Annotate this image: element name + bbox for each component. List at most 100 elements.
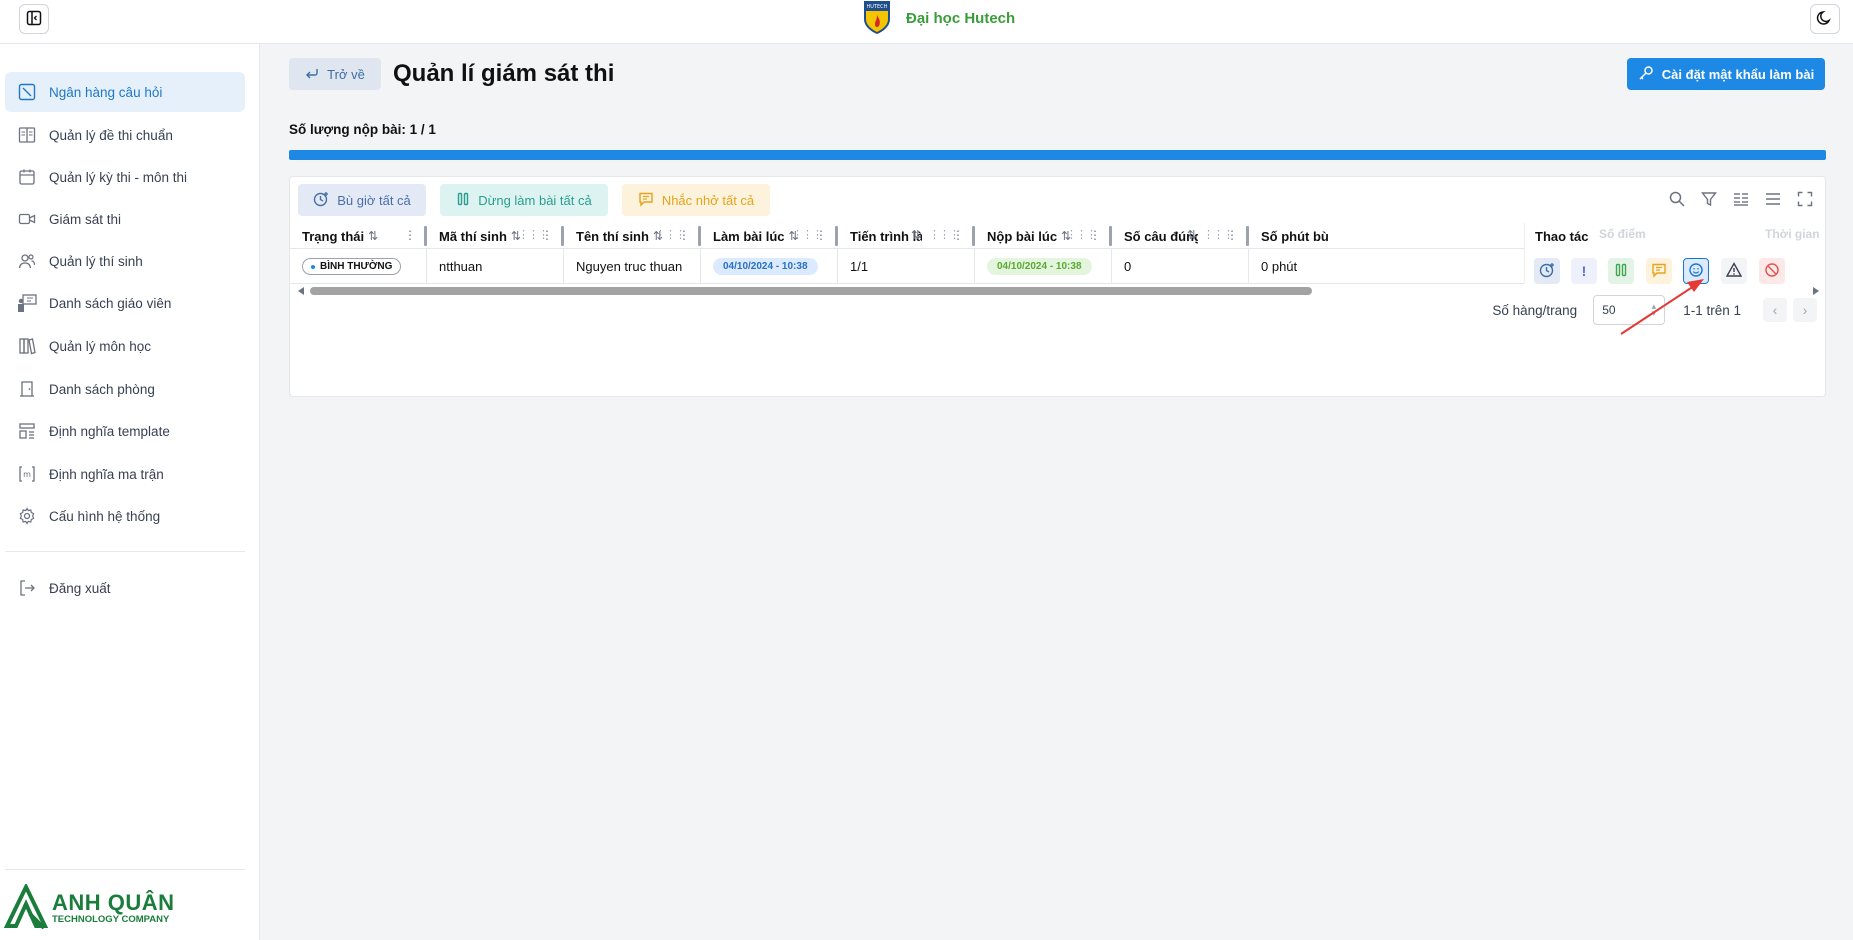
scroll-left-arrow[interactable] — [298, 287, 304, 295]
rows-per-page-value: 50 — [1602, 303, 1616, 317]
users-icon — [17, 251, 37, 271]
sidebar-item-rooms[interactable]: Danh sách phòng — [5, 369, 245, 409]
message-icon — [1651, 262, 1667, 281]
submission-count: Số lượng nộp bài: 1 / 1 — [289, 122, 436, 137]
svg-text:m: m — [23, 470, 31, 479]
sidebar-item-label: Định nghĩa template — [49, 423, 170, 439]
back-label: Trở về — [327, 66, 365, 82]
columns-icon[interactable] — [1731, 189, 1751, 209]
status-cell: BÌNH THƯỜNG — [302, 249, 402, 284]
sidebar-item-exam-periods[interactable]: Quản lý kỳ thi - môn thi — [5, 157, 245, 197]
sidebar-item-label: Ngân hàng câu hỏi — [49, 84, 163, 100]
cell-divider — [1248, 249, 1249, 284]
column-menu-icon[interactable]: ⋮ — [815, 228, 827, 242]
sidebar-item-label: Quản lý thí sinh — [49, 253, 143, 269]
set-exam-password-button[interactable]: Cài đặt mật khẩu làm bài — [1627, 58, 1825, 90]
matrix-brackets-icon: m — [17, 464, 37, 484]
chevron-right-icon: › — [1802, 302, 1808, 318]
ban-icon — [1764, 262, 1780, 281]
warn-student-button[interactable]: ! — [1571, 258, 1597, 284]
video-camera-icon — [17, 209, 37, 229]
moon-icon — [1816, 9, 1834, 30]
logout-button[interactable]: Đăng xuất — [5, 568, 245, 608]
toggle-sidebar-button[interactable] — [19, 4, 49, 34]
add-time-button[interactable] — [1534, 258, 1560, 284]
sidebar-item-settings[interactable]: Cấu hình hệ thống — [5, 496, 245, 536]
column-menu-icon[interactable]: ⋮ — [1089, 228, 1101, 242]
anh-quan-logo-icon — [3, 882, 49, 933]
student-name-cell: Nguyen truc thuan — [576, 259, 683, 274]
cell-divider — [563, 249, 564, 284]
sidebar-bottom-divider — [5, 869, 245, 870]
logout-icon — [17, 578, 37, 598]
extra-minutes-cell: 0 phút — [1261, 259, 1298, 274]
sidebar-divider — [5, 551, 245, 552]
sidebar-item-candidates[interactable]: Quản lý thí sinh — [5, 241, 245, 281]
warning-triangle-icon — [1725, 261, 1743, 281]
sidebar-item-label: Quản lý môn học — [49, 338, 152, 354]
started-at-badge: 04/10/2024 - 10:38 — [713, 258, 818, 275]
column-menu-icon[interactable]: ⋮ — [678, 228, 690, 242]
student-id-cell: ntthuan — [439, 259, 483, 274]
back-button[interactable]: Trở về — [289, 58, 381, 90]
sidebar-item-label: Giám sát thi — [49, 211, 122, 227]
column-resize-handle[interactable] — [561, 226, 564, 246]
column-menu-icon[interactable]: ⋮ — [404, 228, 416, 242]
remind-all-button[interactable]: Nhắc nhở tất cả — [622, 184, 770, 216]
sort-icon[interactable]: ⇅ — [368, 229, 378, 243]
return-arrow-icon — [305, 66, 319, 83]
previous-page-button[interactable]: ‹ — [1763, 298, 1787, 322]
sidebar-item-matrix[interactable]: m Định nghĩa ma trận — [5, 454, 245, 494]
scrollbar-thumb[interactable] — [310, 287, 1312, 295]
sidebar-item-standard-exams[interactable]: Quản lý đề thi chuẩn — [5, 115, 245, 155]
sidebar-item-teachers[interactable]: Danh sách giáo viên — [5, 283, 245, 323]
search-icon[interactable] — [1667, 189, 1687, 209]
page-range: 1-1 trên 1 — [1683, 302, 1741, 318]
sort-icon[interactable]: ⇅ — [911, 228, 921, 242]
sort-icon[interactable]: ⇅ — [1187, 228, 1197, 242]
pause-student-button[interactable] — [1608, 258, 1634, 284]
main-content: Trở về Quản lí giám sát thi Cài đặt mật … — [261, 44, 1853, 940]
violation-button[interactable] — [1721, 258, 1747, 284]
column-header-actions: Thao tác — [1535, 228, 1589, 244]
column-menu-icon[interactable]: ⋮ — [1226, 228, 1238, 242]
message-icon — [638, 191, 654, 210]
filter-icon[interactable] — [1699, 189, 1719, 209]
smiley-icon — [1688, 262, 1704, 281]
column-resize-handle[interactable] — [972, 226, 975, 246]
add-time-all-button[interactable]: Bù giờ tất cả — [298, 184, 426, 216]
density-icon[interactable] — [1763, 189, 1783, 209]
sidebar-item-question-bank[interactable]: Ngân hàng câu hỏi — [5, 72, 245, 112]
column-header-extra-minutes[interactable]: Số phút bù — [1261, 223, 1331, 249]
correct-cell: 0 — [1124, 259, 1132, 274]
clock-plus-icon — [1539, 262, 1555, 281]
column-resize-handle[interactable] — [1109, 226, 1112, 246]
sidebar-item-proctoring[interactable]: Giám sát thi — [5, 199, 245, 239]
company-tagline: TECHNOLOGY COMPANY — [52, 913, 170, 925]
theme-toggle-button[interactable] — [1810, 4, 1840, 34]
top-bar: HUTECH Đại học Hutech — [0, 0, 1853, 44]
pause-all-button[interactable]: Dừng làm bài tất cả — [440, 184, 608, 216]
progress-cell: 1/1 — [850, 259, 869, 274]
sidebar-item-templates[interactable]: Định nghĩa template — [5, 411, 245, 451]
column-resize-handle[interactable] — [835, 226, 838, 246]
rows-per-page-select[interactable]: 50 ▴ ▾ — [1593, 295, 1666, 325]
pause-icon — [1614, 263, 1628, 280]
remind-student-button[interactable] — [1646, 258, 1672, 284]
sidebar-item-subjects[interactable]: Quản lý môn học — [5, 326, 245, 366]
hidden-column-score: Số điểm — [1599, 227, 1646, 241]
started-at-cell: 04/10/2024 - 10:38 — [713, 249, 818, 284]
pause-icon — [456, 192, 470, 209]
block-student-button[interactable] — [1759, 258, 1785, 284]
pause-all-label: Dừng làm bài tất cả — [478, 192, 592, 208]
column-menu-icon[interactable]: ⋮ — [952, 228, 964, 242]
column-menu-icon[interactable]: ⋮ — [541, 228, 553, 242]
sidebar-item-label: Danh sách phòng — [49, 381, 155, 397]
student-mood-button[interactable] — [1683, 258, 1709, 284]
column-resize-handle[interactable] — [698, 226, 701, 246]
scroll-right-arrow[interactable] — [1813, 287, 1819, 295]
fullscreen-icon[interactable] — [1795, 189, 1815, 209]
column-resize-handle[interactable] — [424, 226, 427, 246]
next-page-button[interactable]: › — [1793, 298, 1817, 322]
column-resize-handle[interactable] — [1246, 226, 1249, 246]
